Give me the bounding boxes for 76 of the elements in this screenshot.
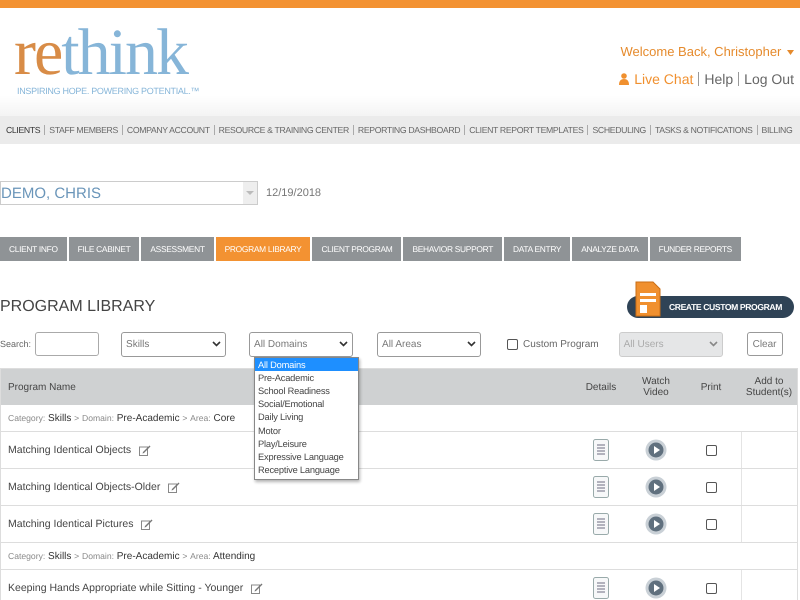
print-checkbox[interactable]: [706, 444, 716, 456]
dropdown-option[interactable]: School Readiness: [255, 384, 358, 398]
search-field[interactable]: [35, 332, 100, 356]
tab[interactable]: ANALYZE DATA: [572, 237, 648, 261]
chevron-down-icon: [708, 341, 718, 347]
dropdown-option[interactable]: Daily Living: [255, 410, 358, 424]
tab[interactable]: DATA ENTRY: [504, 237, 570, 261]
play-icon[interactable]: [645, 577, 667, 599]
logo-tagline: INSPIRING HOPE. POWERING POTENTIAL.™: [17, 86, 200, 96]
domain-select[interactable]: All Domains: [249, 332, 354, 356]
dropdown-option[interactable]: All Domains: [255, 358, 358, 372]
program-name: Matching Identical Objects: [8, 444, 132, 456]
column-header: Print: [700, 382, 722, 392]
document-icon[interactable]: [593, 439, 609, 461]
skills-select[interactable]: Skills: [121, 332, 226, 356]
chevron-down-icon: [339, 341, 348, 347]
clear-button[interactable]: Clear: [746, 332, 783, 356]
column-header: Watch Video: [641, 376, 671, 398]
category-path: Category: Skills > Domain: Pre-Academic > Area: Core: [8, 412, 236, 424]
nav-link[interactable]: COMPANY ACCOUNT: [122, 125, 214, 135]
tab[interactable]: CLIENT INFO: [0, 237, 67, 261]
document-icon[interactable]: [593, 513, 609, 535]
column-header: Details: [584, 382, 618, 392]
area-select[interactable]: All Areas: [377, 332, 482, 356]
tab[interactable]: FUNDER REPORTS: [650, 237, 741, 261]
search-label: Search:: [0, 339, 32, 349]
dropdown-option[interactable]: Expressive Language: [255, 450, 358, 464]
print-checkbox[interactable]: [706, 482, 716, 492]
edit-icon[interactable]: [168, 482, 180, 492]
dropdown-option[interactable]: Pre-Academic: [255, 371, 358, 384]
tab[interactable]: FILE CABINET: [68, 237, 140, 261]
nav-link[interactable]: BILLING: [756, 125, 796, 135]
dropdown-option[interactable]: Social/Emotional: [255, 398, 358, 411]
document-icon: [634, 281, 661, 317]
play-icon[interactable]: [645, 439, 667, 461]
program-name: Keeping Hands Appropriate while Sitting - Younger: [8, 582, 244, 594]
section-title: PROGRAM LIBRARY: [0, 298, 156, 316]
print-checkbox[interactable]: [706, 582, 716, 594]
welcome-menu[interactable]: Welcome Back, Christopher: [619, 44, 794, 59]
header-link[interactable]: Help: [704, 71, 734, 87]
nav-link[interactable]: REPORTING DASHBOARD: [352, 125, 464, 135]
nav-link[interactable]: RESOURCE & TRAINING CENTER: [214, 125, 353, 135]
tab[interactable]: ASSESSMENT: [141, 237, 214, 261]
header-link[interactable]: Log Out: [744, 71, 794, 87]
tab[interactable]: BEHAVIOR SUPPORT: [403, 237, 502, 261]
dropdown-option[interactable]: Play/Leisure: [255, 437, 358, 450]
edit-icon[interactable]: [251, 582, 264, 594]
program-name: Matching Identical Objects-Older: [8, 481, 160, 493]
category-path: Category: Skills > Domain: Pre-Academic > Area: Attending: [8, 550, 256, 562]
document-icon[interactable]: [593, 476, 609, 498]
print-checkbox[interactable]: [706, 518, 716, 530]
column-header: Add to Student(s): [744, 376, 794, 398]
dropdown-option[interactable]: Receptive Language: [255, 464, 358, 477]
nav-link[interactable]: CLIENT REPORT TEMPLATES: [464, 125, 588, 135]
date-label: 12/19/2018: [266, 187, 322, 199]
nav-link[interactable]: SCHEDULING: [587, 125, 650, 135]
edit-icon[interactable]: [141, 518, 154, 530]
play-icon[interactable]: [645, 476, 667, 498]
client-select[interactable]: DEMO, CHRIS: [0, 181, 258, 205]
edit-icon[interactable]: [139, 444, 152, 456]
custom-program-checkbox[interactable]: [507, 338, 518, 350]
document-icon[interactable]: [593, 577, 609, 599]
column-header: Program Name: [8, 382, 76, 392]
caret-icon: [787, 50, 794, 56]
chevron-down-icon: [467, 341, 476, 347]
custom-program-label: Custom Program: [523, 338, 599, 350]
nav-link[interactable]: CLIENTS: [6, 125, 44, 135]
nav-link[interactable]: STAFF MEMBERS: [44, 125, 122, 135]
chevron-down-icon: [212, 341, 222, 347]
nav-link[interactable]: TASKS & NOTIFICATIONS: [650, 125, 757, 135]
program-name: Matching Identical Pictures: [8, 518, 134, 530]
tab[interactable]: CLIENT PROGRAM: [312, 237, 402, 261]
dropdown-option[interactable]: Motor: [255, 424, 358, 438]
logo-wordmark: rethink: [14, 20, 188, 86]
person-icon: [619, 73, 630, 85]
play-icon[interactable]: [645, 513, 667, 535]
